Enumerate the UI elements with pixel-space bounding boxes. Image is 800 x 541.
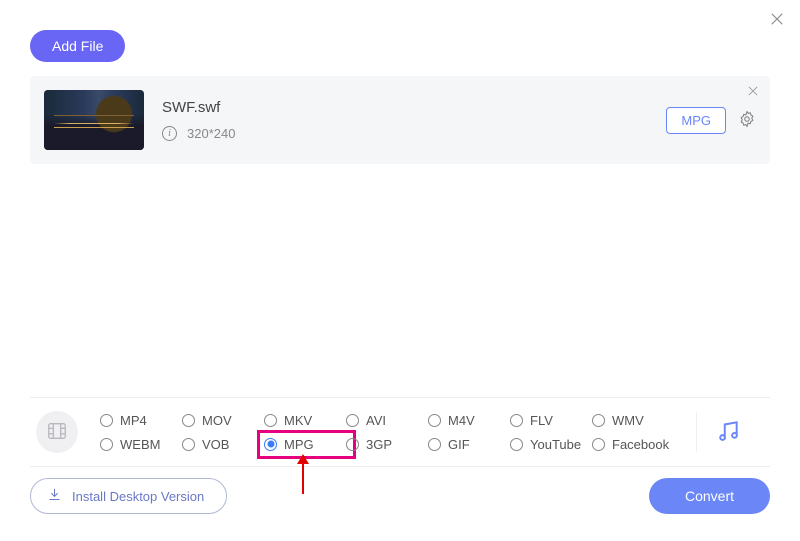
close-icon <box>746 86 760 101</box>
bottom-bar: Install Desktop Version Convert <box>30 478 770 514</box>
format-option-label: MKV <box>284 413 312 428</box>
format-option-vob[interactable]: VOB <box>182 437 264 452</box>
convert-button[interactable]: Convert <box>649 478 770 514</box>
radio-icon <box>510 414 523 427</box>
format-option-label: AVI <box>366 413 386 428</box>
radio-icon <box>346 414 359 427</box>
radio-icon <box>346 438 359 451</box>
format-option-facebook[interactable]: Facebook <box>592 437 674 452</box>
file-info: SWF.swf i 320*240 <box>162 99 666 141</box>
convert-label: Convert <box>685 488 734 504</box>
format-option-youtube[interactable]: YouTube <box>510 437 592 452</box>
target-format-badge[interactable]: MPG <box>666 107 726 134</box>
music-icon <box>715 432 741 447</box>
radio-icon <box>264 438 277 451</box>
close-window-button[interactable] <box>768 10 786 31</box>
format-option-label: YouTube <box>530 437 581 452</box>
install-desktop-button[interactable]: Install Desktop Version <box>30 478 227 514</box>
target-format-label: MPG <box>681 113 711 128</box>
formats-grid: MP4 MOV MKV AVI M4V FLV WMV WEBM VOB MPG 3GP GIF You… <box>100 408 674 456</box>
format-option-mkv[interactable]: MKV <box>264 413 346 428</box>
format-option-label: VOB <box>202 437 229 452</box>
settings-button[interactable] <box>738 110 756 131</box>
radio-icon <box>100 414 113 427</box>
format-option-label: 3GP <box>366 437 392 452</box>
format-option-avi[interactable]: AVI <box>346 413 428 428</box>
format-option-webm[interactable]: WEBM <box>100 437 182 452</box>
format-option-mov[interactable]: MOV <box>182 413 264 428</box>
info-icon[interactable]: i <box>162 126 177 141</box>
format-option-label: MP4 <box>120 413 147 428</box>
radio-icon <box>592 414 605 427</box>
format-option-label: WMV <box>612 413 644 428</box>
radio-icon <box>428 438 441 451</box>
download-icon <box>47 487 62 505</box>
radio-icon <box>510 438 523 451</box>
radio-icon <box>264 414 277 427</box>
format-option-label: GIF <box>448 437 470 452</box>
format-option-3gp[interactable]: 3GP <box>346 437 428 452</box>
remove-file-button[interactable] <box>746 84 760 101</box>
add-file-button[interactable]: Add File <box>30 30 125 62</box>
audio-category-button[interactable] <box>715 418 741 447</box>
format-option-label: Facebook <box>612 437 669 452</box>
format-option-m4v[interactable]: M4V <box>428 413 510 428</box>
format-option-wmv[interactable]: WMV <box>592 413 674 428</box>
file-meta: i 320*240 <box>162 126 666 141</box>
format-option-mp4[interactable]: MP4 <box>100 413 182 428</box>
format-option-label: MOV <box>202 413 232 428</box>
radio-icon <box>100 438 113 451</box>
format-option-label: WEBM <box>120 437 160 452</box>
file-card: SWF.swf i 320*240 MPG <box>30 76 770 164</box>
format-bar: MP4 MOV MKV AVI M4V FLV WMV WEBM VOB MPG 3GP GIF You… <box>30 397 770 467</box>
file-name: SWF.swf <box>162 99 666 116</box>
add-file-label: Add File <box>52 38 103 54</box>
radio-icon <box>182 414 195 427</box>
format-option-label: FLV <box>530 413 553 428</box>
format-option-mpg[interactable]: MPG <box>261 434 352 455</box>
install-desktop-label: Install Desktop Version <box>72 489 204 504</box>
file-thumbnail <box>44 90 144 150</box>
film-icon <box>46 420 68 445</box>
close-icon <box>768 16 786 31</box>
video-category-button[interactable] <box>36 411 78 453</box>
radio-icon <box>182 438 195 451</box>
radio-icon <box>428 414 441 427</box>
format-option-gif[interactable]: GIF <box>428 437 510 452</box>
format-option-label: M4V <box>448 413 475 428</box>
file-resolution: 320*240 <box>187 126 235 141</box>
gear-icon <box>738 116 756 131</box>
separator <box>696 412 697 452</box>
radio-icon <box>592 438 605 451</box>
format-option-label: MPG <box>284 437 314 452</box>
format-option-flv[interactable]: FLV <box>510 413 592 428</box>
